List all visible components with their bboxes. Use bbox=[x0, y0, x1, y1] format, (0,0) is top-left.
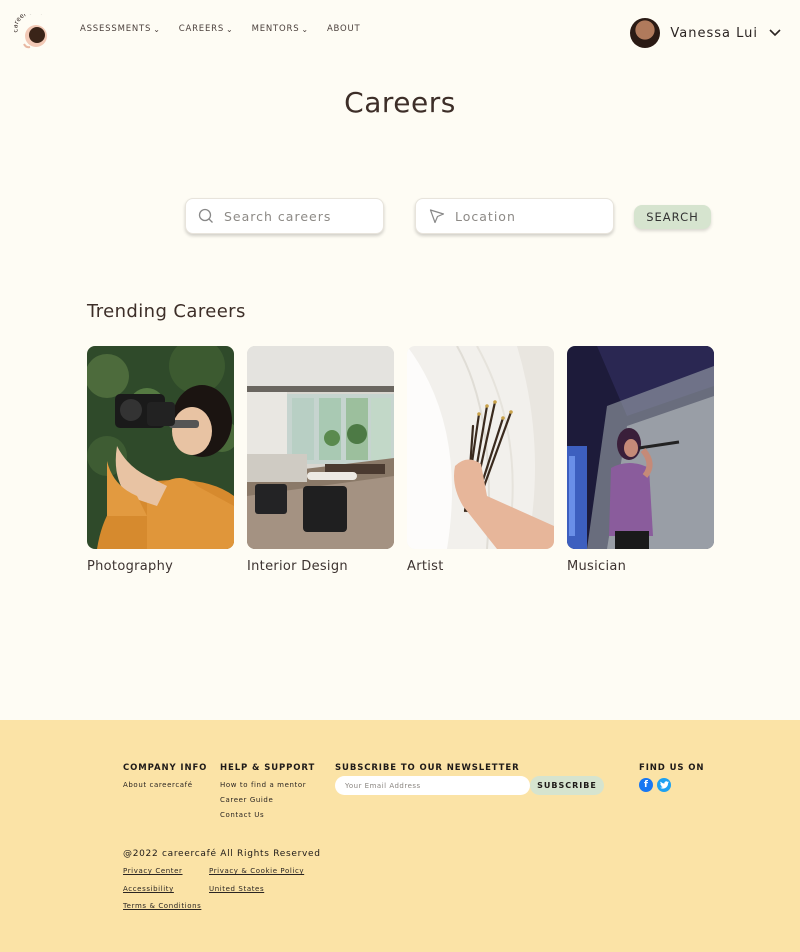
photography-image[interactable] bbox=[87, 346, 234, 549]
united-states-link[interactable]: United States bbox=[209, 885, 264, 893]
privacy-cookie-policy-link[interactable]: Privacy & Cookie Policy bbox=[209, 867, 304, 875]
find-mentor-link[interactable]: How to find a mentor bbox=[220, 781, 306, 789]
nav-assessments[interactable]: ASSESSMENTS ⌄ bbox=[80, 24, 161, 34]
nav-mentors-label: MENTORS bbox=[251, 24, 300, 34]
user-name: Vanessa Lui bbox=[670, 25, 758, 41]
company-info-heading: COMPANY INFO bbox=[123, 763, 208, 773]
career-label: Musician bbox=[567, 559, 627, 574]
about-careercafe-link[interactable]: About careercafé bbox=[123, 781, 193, 789]
terms-conditions-link[interactable]: Terms & Conditions bbox=[123, 902, 201, 910]
search-button[interactable]: SEARCH bbox=[634, 205, 711, 229]
nav-about[interactable]: ABOUT bbox=[327, 24, 361, 34]
email-field[interactable] bbox=[335, 776, 530, 795]
nav-careers-label: CAREERS bbox=[178, 24, 225, 34]
career-label: Photography bbox=[87, 559, 174, 574]
artist-image[interactable] bbox=[407, 346, 554, 549]
nav-careers[interactable]: CAREERS ⌄ bbox=[179, 24, 234, 34]
career-card-musician[interactable]: Musician bbox=[567, 346, 714, 574]
career-guide-link[interactable]: Career Guide bbox=[220, 796, 273, 804]
privacy-center-link[interactable]: Privacy Center bbox=[123, 867, 183, 875]
avatar[interactable] bbox=[630, 18, 661, 48]
location-field[interactable] bbox=[415, 198, 614, 234]
career-label: Interior Design bbox=[247, 559, 348, 574]
career-cafe-logo[interactable]: career café bbox=[11, 7, 58, 50]
career-search-field[interactable] bbox=[185, 198, 384, 234]
location-input[interactable] bbox=[455, 208, 605, 224]
musician-image[interactable] bbox=[567, 346, 714, 549]
help-support-heading: HELP & SUPPORT bbox=[220, 763, 316, 773]
chevron-down-icon: ⌄ bbox=[301, 24, 309, 34]
find-us-heading: FIND US ON bbox=[639, 763, 705, 773]
trending-careers-title: Trending Careers bbox=[87, 301, 246, 322]
page-title: Careers bbox=[344, 86, 456, 119]
newsletter-heading: SUBSCRIBE TO OUR NEWSLETTER bbox=[335, 763, 520, 773]
chevron-down-icon[interactable] bbox=[768, 28, 782, 38]
facebook-icon[interactable]: f bbox=[639, 778, 653, 792]
interior-design-image[interactable] bbox=[247, 346, 394, 549]
main-nav: ASSESSMENTS ⌄ CAREERS ⌄ MENTORS ⌄ ABOUT bbox=[80, 24, 361, 34]
career-label: Artist bbox=[407, 559, 444, 574]
twitter-icon[interactable] bbox=[657, 778, 671, 792]
career-card-interior-design[interactable]: Interior Design bbox=[247, 346, 394, 574]
nav-about-label: ABOUT bbox=[326, 24, 361, 34]
copyright: @2022 careercafé All Rights Reserved bbox=[123, 849, 321, 859]
career-card-photography[interactable]: Photography bbox=[87, 346, 234, 574]
accessibility-link[interactable]: Accessibility bbox=[123, 885, 174, 893]
footer: COMPANY INFO About careercafé HELP & SUP… bbox=[0, 720, 800, 952]
user-menu[interactable]: Vanessa Lui bbox=[630, 18, 782, 48]
contact-us-link[interactable]: Contact Us bbox=[220, 811, 264, 819]
search-icon bbox=[198, 208, 213, 223]
search-careers-input[interactable] bbox=[224, 208, 374, 224]
nav-mentors[interactable]: MENTORS ⌄ bbox=[252, 24, 309, 34]
nav-assessments-label: ASSESSMENTS bbox=[80, 24, 152, 34]
chevron-down-icon: ⌄ bbox=[226, 24, 234, 34]
subscribe-button[interactable]: SUBSCRIBE bbox=[530, 776, 604, 795]
career-card-artist[interactable]: Artist bbox=[407, 346, 554, 574]
chevron-down-icon: ⌄ bbox=[153, 24, 161, 34]
location-arrow-icon bbox=[429, 209, 445, 224]
trending-careers-list: Photography Interior Design Artist Music… bbox=[87, 346, 714, 574]
